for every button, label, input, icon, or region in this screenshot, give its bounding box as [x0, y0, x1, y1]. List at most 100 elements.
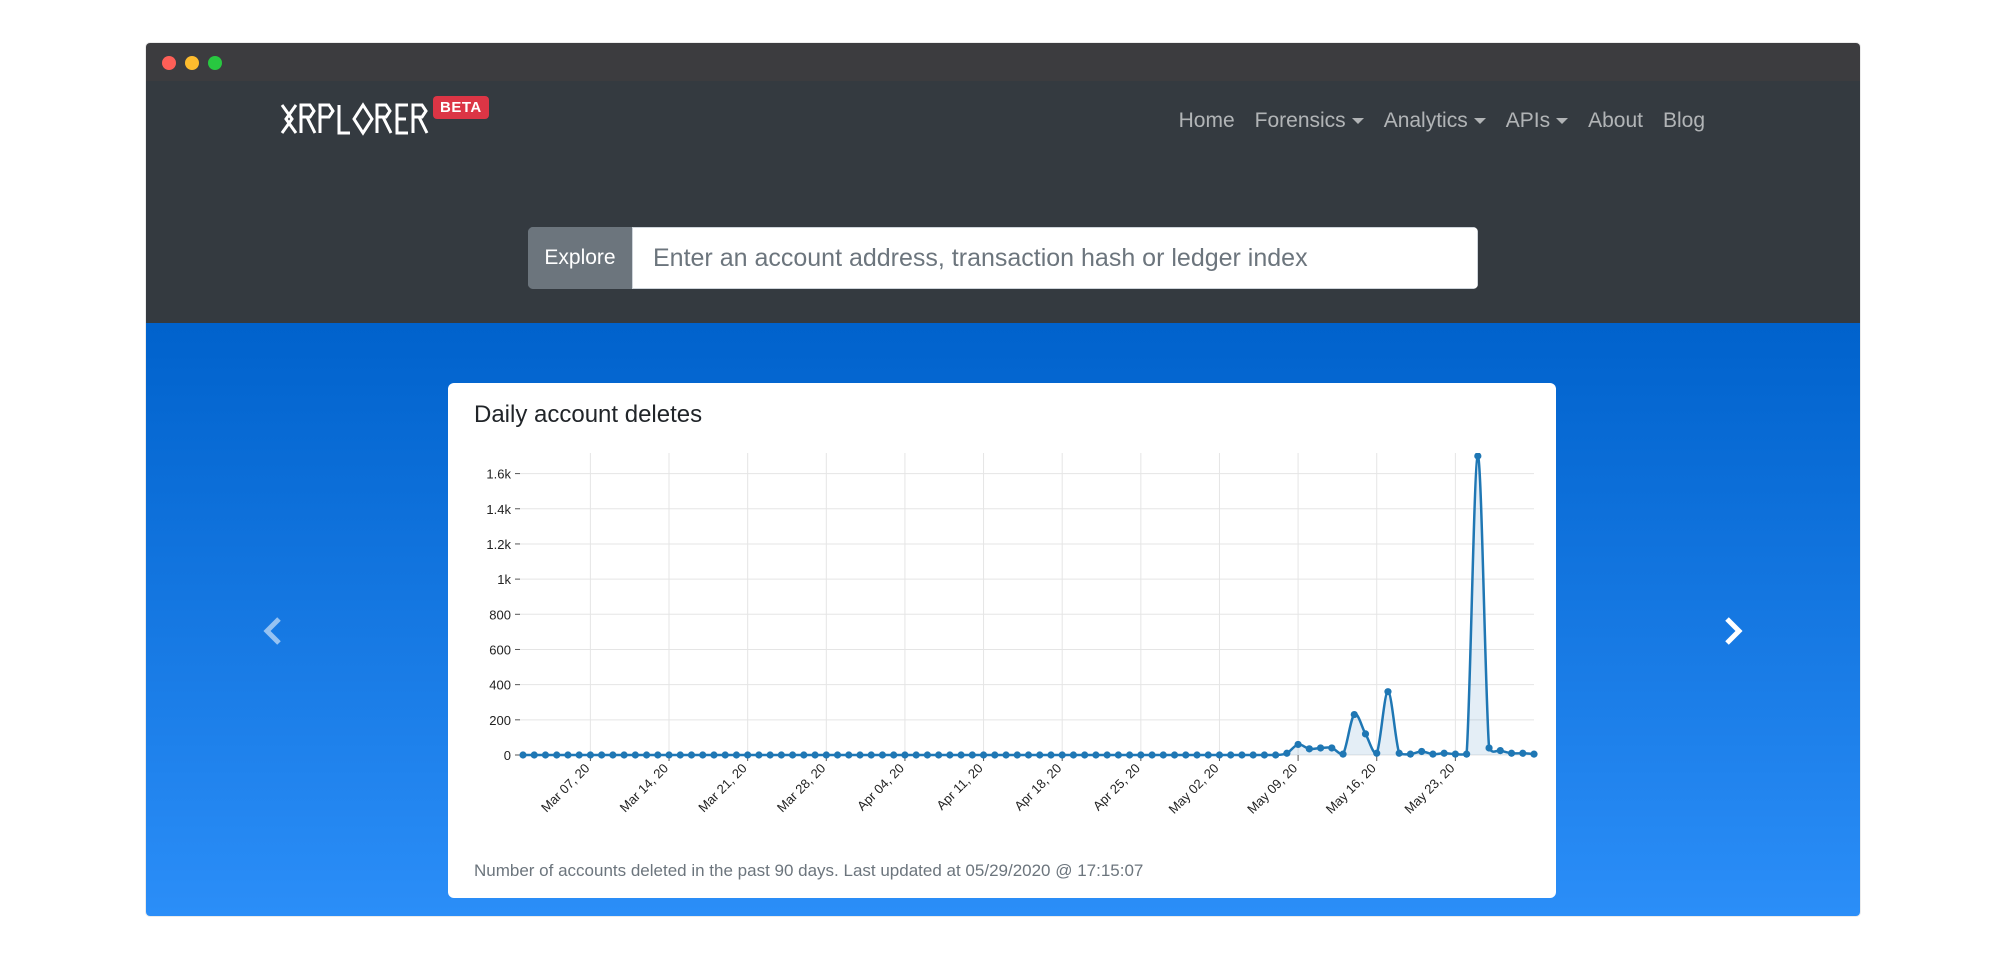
data-point: [755, 751, 763, 759]
data-point: [1036, 751, 1044, 759]
nav-forensics-label: Forensics: [1254, 109, 1346, 132]
x-tick-label: Apr 04, 20: [854, 761, 907, 814]
chevron-right-icon[interactable]: [1718, 613, 1748, 649]
series-area: [523, 455, 1534, 755]
nav-forensics-dropdown[interactable]: Forensics: [1245, 109, 1374, 133]
data-point: [1069, 751, 1078, 759]
nav-apis-dropdown[interactable]: APIs: [1496, 109, 1578, 133]
nav-home[interactable]: Home: [1169, 109, 1245, 133]
x-tick-label: Apr 11, 20: [933, 761, 985, 813]
data-point: [1047, 751, 1055, 759]
data-point: [1361, 730, 1370, 738]
data-point: [631, 751, 639, 759]
data-point: [519, 751, 527, 759]
main-nav: Home Forensics Analytics APIs About Blog: [1169, 109, 1715, 133]
series-line: [523, 454, 1535, 757]
data-point: [642, 751, 651, 759]
data-point: [878, 751, 887, 759]
data-point: [699, 751, 707, 759]
data-point: [789, 751, 797, 759]
data-point: [654, 751, 662, 759]
data-point: [1451, 750, 1459, 758]
data-point: [564, 751, 572, 759]
data-point: [609, 751, 617, 759]
data-point: [957, 751, 965, 759]
nav-blog-label: Blog: [1662, 109, 1705, 132]
data-point: [1081, 751, 1089, 759]
data-point: [1384, 688, 1392, 696]
data-point: [800, 751, 808, 759]
chart-caption: Number of accounts deleted in the past 9…: [474, 861, 1144, 880]
data-point: [687, 751, 696, 759]
data-point: [1159, 751, 1167, 759]
data-point: [1440, 749, 1448, 757]
data-point: [766, 751, 774, 759]
data-point: [553, 751, 561, 759]
explore-search: Explore: [528, 227, 1478, 289]
data-point: [1103, 751, 1111, 759]
caret-down-icon: [1473, 118, 1486, 124]
data-point: [1339, 750, 1347, 758]
data-point: [777, 751, 785, 759]
y-tick-label: 800: [489, 607, 511, 622]
data-point: [901, 751, 909, 759]
data-point: [1238, 751, 1246, 759]
nav-analytics-label: Analytics: [1383, 109, 1468, 132]
data-point: [1260, 751, 1268, 759]
data-point: [1092, 751, 1100, 759]
data-point: [867, 751, 875, 759]
data-point: [1519, 749, 1527, 757]
data-point: [1373, 749, 1381, 757]
x-tick-label: Mar 21, 20: [695, 761, 750, 816]
data-point: [732, 751, 741, 759]
data-point: [923, 751, 931, 759]
data-point: [676, 751, 684, 759]
x-tick-label: May 16, 20: [1323, 761, 1379, 817]
y-tick-label: 1.4k: [486, 502, 511, 517]
data-point: [1305, 745, 1313, 753]
nav-blog[interactable]: Blog: [1653, 109, 1715, 133]
data-point: [845, 751, 853, 759]
chevron-left-icon[interactable]: [258, 613, 288, 649]
data-point: [890, 751, 898, 759]
data-point: [1148, 751, 1156, 759]
nav-analytics-dropdown[interactable]: Analytics: [1374, 109, 1496, 133]
data-point: [1463, 750, 1471, 758]
nav-apis-label: APIs: [1505, 109, 1551, 132]
data-point: [1507, 749, 1516, 757]
caret-down-icon: [1556, 118, 1569, 124]
data-point: [912, 751, 920, 759]
data-point: [1182, 751, 1190, 759]
y-tick-label: 200: [489, 713, 511, 728]
close-window-button[interactable]: [162, 56, 176, 70]
chart-title: Daily account deletes: [474, 401, 703, 428]
y-tick-label: 0: [504, 748, 511, 763]
data-point: [1418, 747, 1426, 756]
data-point: [1227, 751, 1235, 759]
data-point: [575, 751, 583, 759]
data-point: [541, 751, 550, 759]
data-point: [744, 751, 752, 759]
zoom-window-button[interactable]: [208, 56, 222, 70]
x-tick-label: May 23, 20: [1401, 761, 1457, 817]
data-point: [822, 751, 830, 759]
search-input[interactable]: [632, 227, 1478, 289]
data-point: [1126, 751, 1134, 759]
data-point: [1272, 751, 1280, 759]
data-point: [620, 751, 628, 759]
x-tick-label: Mar 28, 20: [774, 761, 829, 816]
navbar: BETA Home Forensics Analytics APIs About…: [146, 81, 1860, 323]
data-point: [1406, 750, 1415, 758]
explore-button[interactable]: Explore: [528, 227, 632, 289]
nav-about[interactable]: About: [1578, 109, 1653, 133]
y-tick-label: 1k: [497, 572, 511, 587]
y-tick-label: 400: [489, 678, 511, 693]
data-point: [1204, 751, 1212, 759]
chart-card: Daily account deletes 0 200 400 600 800 1k 1.2…: [448, 383, 1556, 898]
xrplorer-logo[interactable]: [280, 101, 430, 137]
data-point: [1193, 751, 1201, 759]
data-point: [1002, 751, 1010, 759]
minimize-window-button[interactable]: [185, 56, 199, 70]
data-point: [1170, 751, 1179, 759]
data-point: [1429, 750, 1437, 758]
